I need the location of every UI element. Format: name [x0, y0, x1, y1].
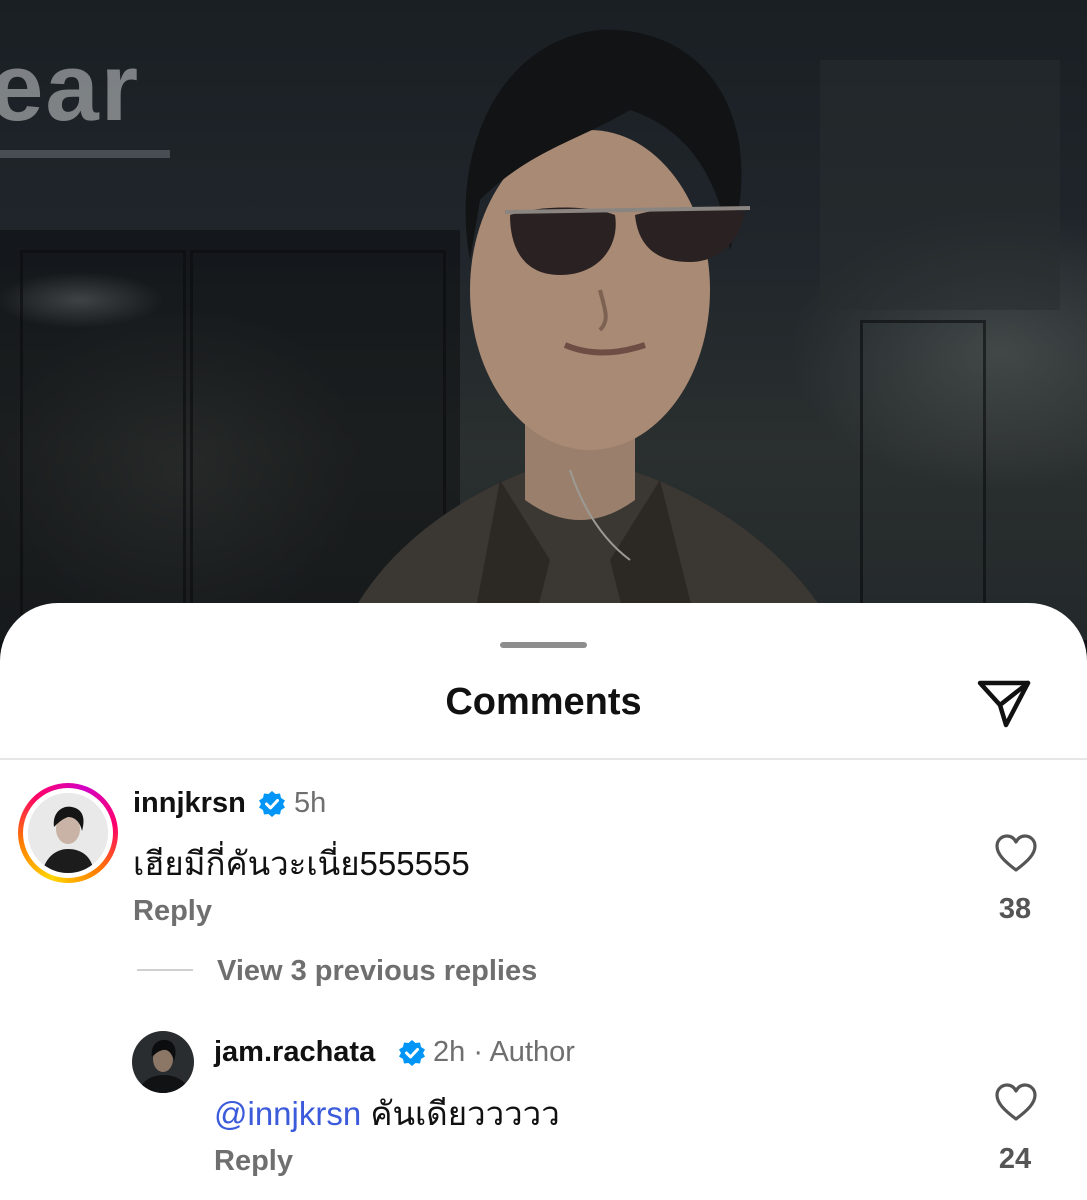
reply-username[interactable]: jam.rachata [214, 1036, 375, 1069]
reply-button[interactable]: Reply [133, 895, 212, 928]
reply-text-body: คันเดียววววว [370, 1095, 560, 1132]
meta-separator: · [473, 1036, 483, 1068]
author-badge: Author [489, 1036, 575, 1068]
view-previous-replies-button[interactable]: View 3 previous replies [217, 955, 537, 988]
person-figure [340, 29, 840, 640]
share-button[interactable] [972, 671, 1036, 735]
story-ring[interactable] [18, 783, 118, 883]
comments-sheet: Comments innjkrsn 5h เฮียมีกี่คันวะเนี่ย… [0, 603, 1087, 1200]
like-heart-icon[interactable] [994, 833, 1038, 873]
avatar-image-icon [132, 1031, 194, 1093]
store-sign-text: ear [0, 34, 141, 141]
like-count: 38 [998, 893, 1032, 925]
mention-link[interactable]: @innjkrsn [214, 1095, 361, 1132]
header-divider [0, 758, 1087, 760]
avatar[interactable] [132, 1031, 194, 1093]
comment-text: เฮียมีกี่คันวะเนี่ย555555 [133, 845, 470, 882]
post-background-photo: ear [0, 0, 1087, 640]
avatar-image-icon [28, 793, 108, 873]
verified-badge-icon [259, 791, 285, 817]
reply-timestamp: 2h [433, 1036, 466, 1068]
avatar [28, 793, 108, 873]
replies-connector-line [137, 969, 193, 971]
verified-badge-icon [399, 1040, 425, 1066]
send-icon [977, 680, 1031, 728]
sheet-grabber-handle[interactable] [500, 642, 587, 648]
like-count: 24 [998, 1143, 1032, 1175]
comment-username[interactable]: innjkrsn [133, 787, 246, 820]
sheet-title: Comments [445, 681, 642, 723]
reply-meta: 2h · Author [433, 1036, 575, 1069]
storefront-window [860, 320, 986, 640]
reply-text: @innjkrsn คันเดียววววว [214, 1087, 560, 1140]
store-sign-subtext [0, 150, 170, 158]
like-heart-icon[interactable] [994, 1082, 1038, 1122]
comment-timestamp: 5h [294, 787, 327, 819]
reply-button[interactable]: Reply [214, 1145, 293, 1178]
storefront-window [20, 250, 186, 640]
